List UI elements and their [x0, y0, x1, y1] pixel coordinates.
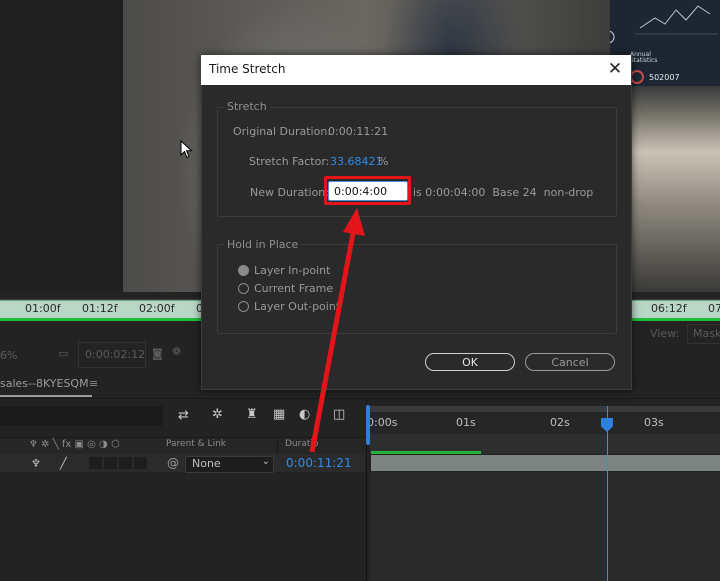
3d-layer-switch[interactable]	[134, 457, 147, 469]
ruler-tick: 07	[708, 302, 720, 315]
new-duration-label: New Duration:	[250, 186, 329, 199]
fx-switch[interactable]	[89, 457, 102, 469]
motion-blur-icon[interactable]: ◐	[299, 407, 310, 422]
ruler-tick: 06:12f	[651, 302, 687, 315]
hold-in-place-title: Hold in Place	[224, 238, 302, 251]
stats-label-2: Statistics	[630, 57, 658, 64]
timeline-empty-area	[370, 472, 720, 581]
column-divider	[277, 437, 278, 454]
duration-column[interactable]: Duratio	[285, 439, 318, 449]
viewer-pasteboard	[0, 0, 123, 292]
cancel-button[interactable]: Cancel	[525, 353, 615, 371]
layer-search-input[interactable]	[0, 406, 163, 426]
timeline-tab[interactable]: sales--8KYESQM	[0, 377, 89, 390]
mouse-cursor-icon	[180, 140, 193, 159]
stretch-factor-unit: %	[378, 155, 389, 168]
stretch-factor-label: Stretch Factor:	[249, 155, 330, 168]
playhead-line[interactable]	[607, 406, 608, 581]
annotation-highlight-box	[324, 176, 411, 205]
panel-menu-icon[interactable]: ≡	[89, 377, 98, 390]
switches-header-icons: ♆ ✲ ╲ fx ▣ ◎ ◑ ⬡	[29, 439, 120, 450]
timeline-tick: 02s	[550, 416, 570, 429]
layer-cache-bar	[371, 451, 481, 454]
pick-whip-icon[interactable]: @	[167, 456, 179, 470]
graph-editor-icon[interactable]: ◫	[333, 407, 345, 422]
radio-current-frame-label[interactable]: Current Frame	[254, 282, 333, 295]
ruler-tick: 01:12f	[82, 302, 118, 315]
composition-navigator-icon[interactable]: ⇄	[178, 408, 189, 423]
parent-select[interactable]: None ⌄	[185, 456, 274, 473]
stretch-factor-value[interactable]: 33.68421	[330, 155, 383, 168]
view-select[interactable]: Mask	[687, 324, 720, 344]
new-duration-info: is 0:00:04:00 Base 24 non-drop	[413, 186, 594, 199]
frame-blending-icon[interactable]: ▦	[273, 407, 285, 422]
view-label: View:	[650, 327, 680, 340]
snapshot-icon[interactable]: ◙	[152, 347, 163, 360]
original-duration-value: 0:00:11:21	[328, 125, 389, 138]
parent-link-column[interactable]: Parent & Link	[166, 439, 226, 449]
layer-duration-value[interactable]: 0:00:11:21	[286, 456, 352, 470]
timeline-tick: 01s	[456, 416, 476, 429]
timeline-ruler[interactable]	[370, 412, 720, 434]
dialog-title: Time Stretch	[209, 62, 286, 76]
frame-blend-switch[interactable]	[104, 457, 117, 469]
stats-value: 502007	[649, 73, 680, 82]
tab-underline	[0, 395, 92, 397]
timeline-tick: 0:00s	[367, 416, 398, 429]
motion-blur-switch[interactable]	[119, 457, 132, 469]
radio-current-frame[interactable]	[238, 283, 249, 294]
hide-shy-layers-icon[interactable]: ♜	[246, 407, 258, 422]
parent-value: None	[192, 457, 221, 470]
close-icon[interactable]: ✕	[604, 58, 626, 80]
zoom-level[interactable]: 6%	[0, 349, 17, 362]
original-duration-label: Original Duration:	[233, 125, 332, 138]
chevron-down-icon: ⌄	[261, 456, 270, 467]
radio-layer-out-point[interactable]	[238, 301, 249, 312]
ok-button[interactable]: OK	[425, 353, 515, 371]
show-snapshot-icon[interactable]: ❁	[172, 345, 181, 358]
radio-layer-in-point-label[interactable]: Layer In-point	[254, 264, 330, 277]
current-time-field[interactable]: 0:00:02:12	[78, 342, 146, 368]
draft-3d-icon[interactable]: ✲	[212, 407, 223, 422]
radio-layer-out-point-label[interactable]: Layer Out-point	[254, 300, 340, 313]
ruler-tick: 02:00f	[139, 302, 175, 315]
shy-switch-icon[interactable]: ♆	[31, 457, 41, 470]
stretch-group-title: Stretch	[224, 100, 270, 113]
timeline-tick: 03s	[644, 416, 664, 429]
radio-layer-in-point[interactable]	[238, 265, 249, 276]
quality-switch-icon[interactable]: ╱	[60, 457, 67, 470]
safe-zones-icon[interactable]: ▭	[58, 347, 68, 360]
work-area-start-handle[interactable]	[366, 405, 370, 445]
layer-duration-bar[interactable]	[371, 455, 720, 471]
timeline-layer-panel	[0, 399, 365, 581]
ruler-tick: 01:00f	[25, 302, 61, 315]
